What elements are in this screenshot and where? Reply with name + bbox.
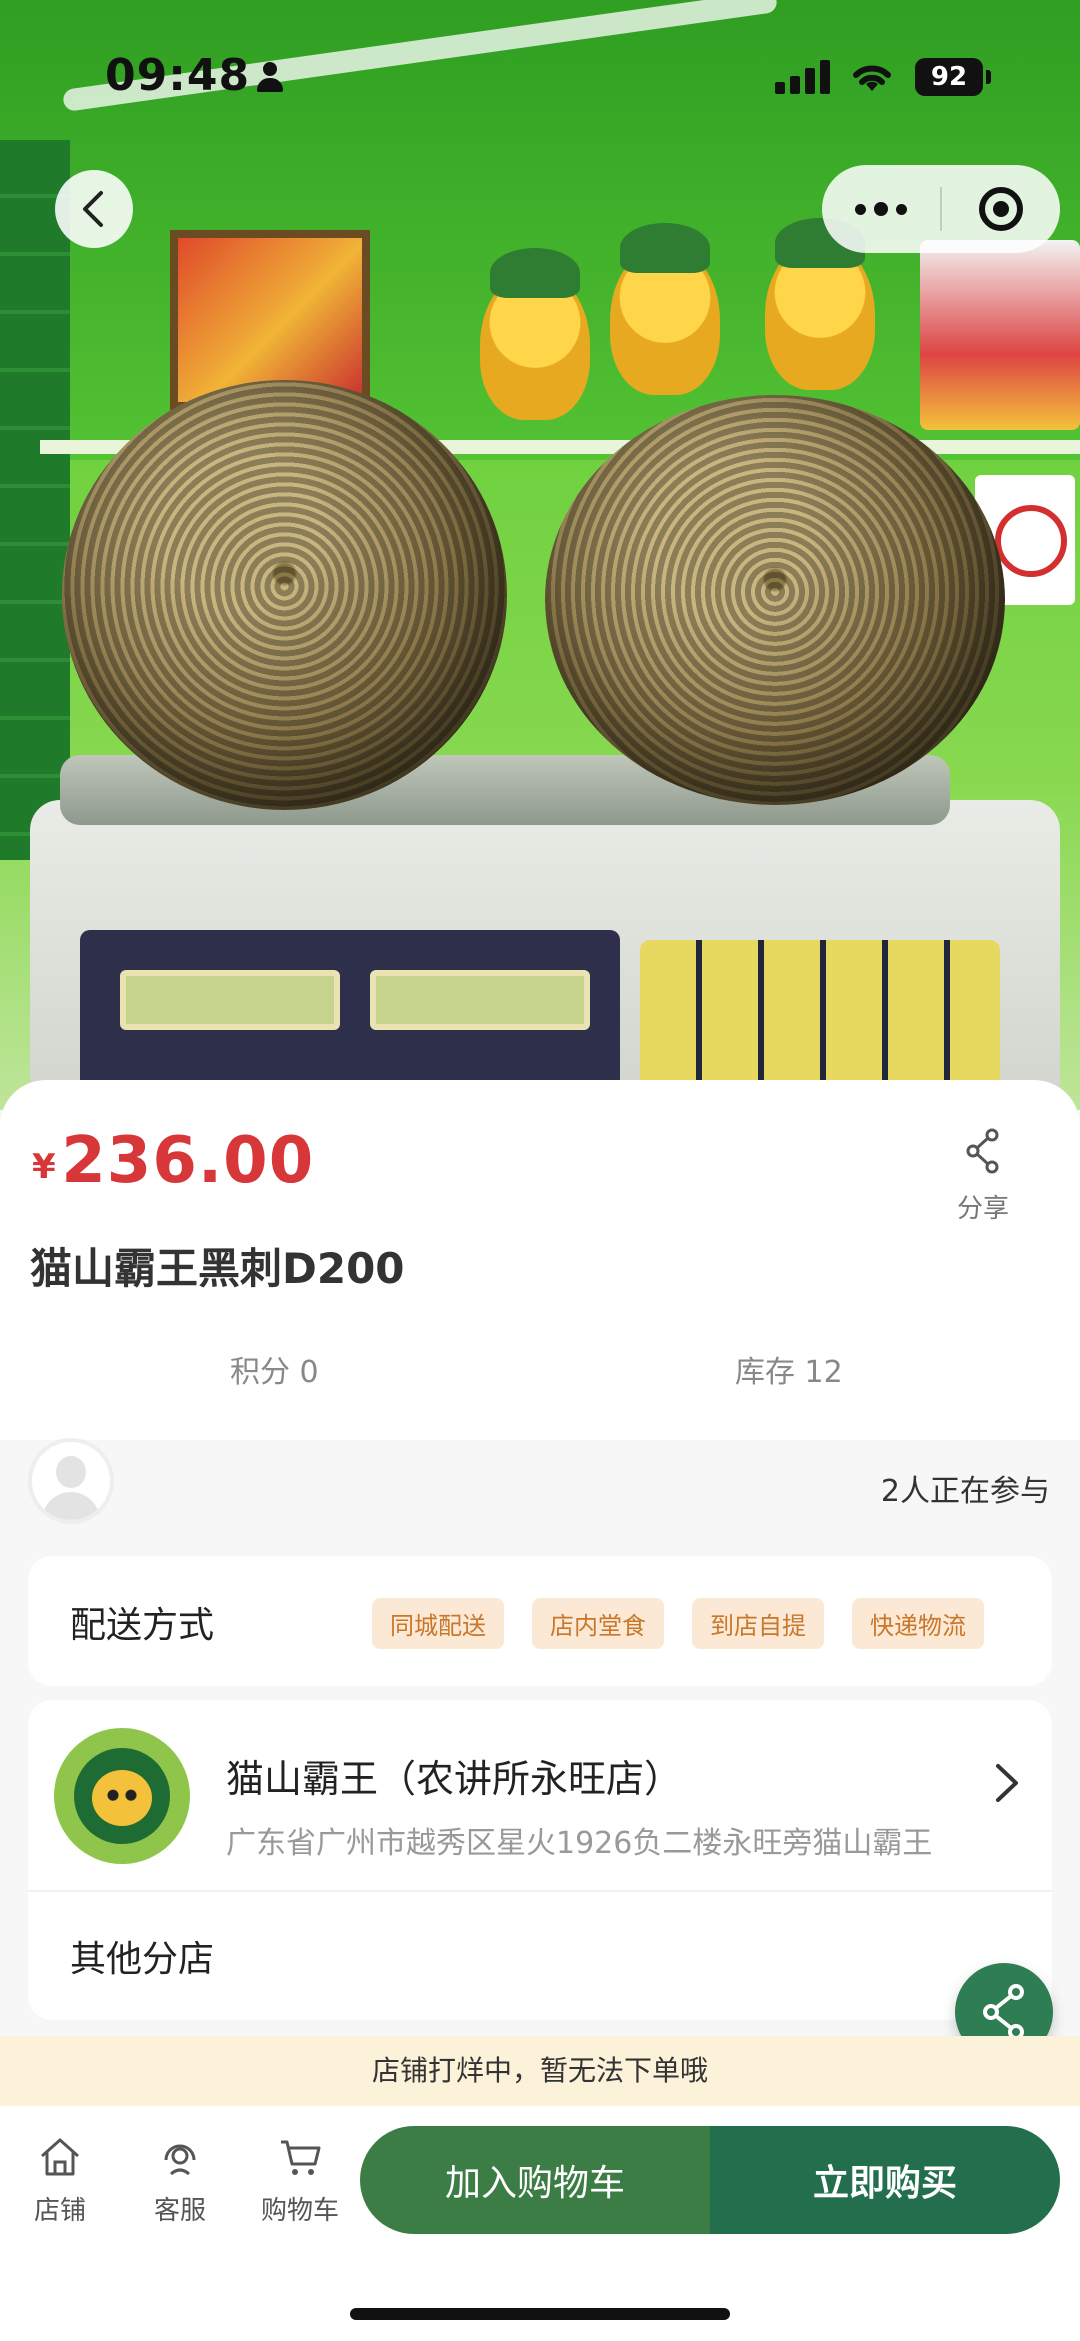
avatar [28, 1438, 114, 1524]
store-name[interactable]: 猫山霸王（农讲所永旺店） [226, 1748, 682, 1803]
delivery-tag: 快递物流 [852, 1598, 984, 1649]
delivery-label: 配送方式 [70, 1605, 215, 1646]
store-address: 广东省广州市越秀区星火1926负二楼永旺旁猫山霸王 [226, 1826, 933, 1861]
other-branches-link[interactable]: 其他分店 [70, 1930, 214, 1982]
bottom-action-bar: 店铺 客服 购物车 加入购物车 立即购买 [0, 2106, 1080, 2341]
delivery-card: 配送方式 同城配送 店内堂食 到店自提 快递物流 [28, 1556, 1052, 1686]
store-card: 猫山霸王（农讲所永旺店） 广东省广州市越秀区星火1926负二楼永旺旁猫山霸王 其… [28, 1700, 1052, 2020]
currency-symbol: ¥ [32, 1147, 56, 1187]
shop-decoration [920, 240, 1080, 430]
share-icon [983, 1984, 1024, 2040]
headset-icon [164, 2144, 196, 2176]
lion-logo-icon [74, 1748, 170, 1844]
participants-count: 2人正在参与 [880, 1474, 1050, 1509]
status-time: 09:48 [105, 50, 251, 101]
wifi-icon [853, 65, 891, 91]
stock-value: 库存 12 [735, 1355, 843, 1390]
share-button[interactable]: 分享 [938, 1128, 1028, 1225]
add-to-cart-button[interactable]: 加入购物车 [360, 2126, 710, 2234]
wall-tiles [0, 140, 70, 860]
mascot-figure [610, 223, 720, 395]
nav-store[interactable]: 店铺 [5, 2134, 115, 2227]
closed-notice: 店铺打烊中，暂无法下单哦 [0, 2036, 1080, 2106]
buy-now-button[interactable]: 立即购买 [710, 2126, 1060, 2234]
home-icon [41, 2138, 79, 2176]
scale-display [120, 970, 340, 1030]
share-label: 分享 [956, 1194, 1009, 1224]
chevron-left-icon [83, 191, 103, 227]
durian-fruit [545, 395, 1005, 805]
product-title: 猫山霸王黑刺D200 [30, 1244, 405, 1293]
home-indicator [350, 2308, 730, 2320]
participants-row: 2人正在参与 [0, 1430, 1080, 1540]
target-icon [979, 187, 1023, 231]
store-logo [54, 1728, 190, 1864]
product-info-card: ¥ 236.00 分享 猫山霸王黑刺D200 积分 0 库存 12 [0, 1080, 1080, 1440]
delivery-options: 同城配送 店内堂食 到店自提 快递物流 [372, 1598, 984, 1649]
durian-fruit [62, 380, 507, 810]
cart-icon [281, 2140, 321, 2175]
mascot-figure [765, 218, 875, 390]
nav-cart-label: 购物车 [260, 2196, 339, 2226]
person-icon [255, 62, 285, 92]
scale-display [370, 970, 590, 1030]
nav-store-label: 店铺 [33, 2196, 86, 2226]
mascot-figure [480, 248, 590, 420]
chevron-right-icon[interactable] [992, 1760, 1022, 1806]
product-metrics: 积分 0 库存 12 [0, 1335, 1080, 1405]
product-price: ¥ 236.00 [32, 1124, 314, 1198]
divider [28, 1890, 1052, 1892]
back-button[interactable] [55, 170, 133, 248]
weighing-scale [30, 800, 1060, 1110]
delivery-tag: 到店自提 [692, 1598, 824, 1649]
signal-icon [775, 60, 831, 94]
nav-service[interactable]: 客服 [125, 2134, 235, 2227]
battery-indicator: 92 [915, 58, 991, 96]
delivery-tag: 店内堂食 [532, 1598, 664, 1649]
price-value: 236.00 [61, 1124, 315, 1198]
more-button[interactable] [822, 165, 940, 253]
nav-service-label: 客服 [153, 2196, 206, 2226]
more-dots-icon [855, 203, 866, 215]
share-icon [966, 1128, 999, 1174]
miniapp-capsule [822, 165, 1060, 253]
delivery-tag: 同城配送 [372, 1598, 504, 1649]
nav-cart[interactable]: 购物车 [245, 2134, 355, 2227]
status-bar: 09:48 92 [0, 0, 1080, 150]
points-value: 积分 0 [230, 1355, 319, 1390]
close-miniapp-button[interactable] [942, 165, 1060, 253]
